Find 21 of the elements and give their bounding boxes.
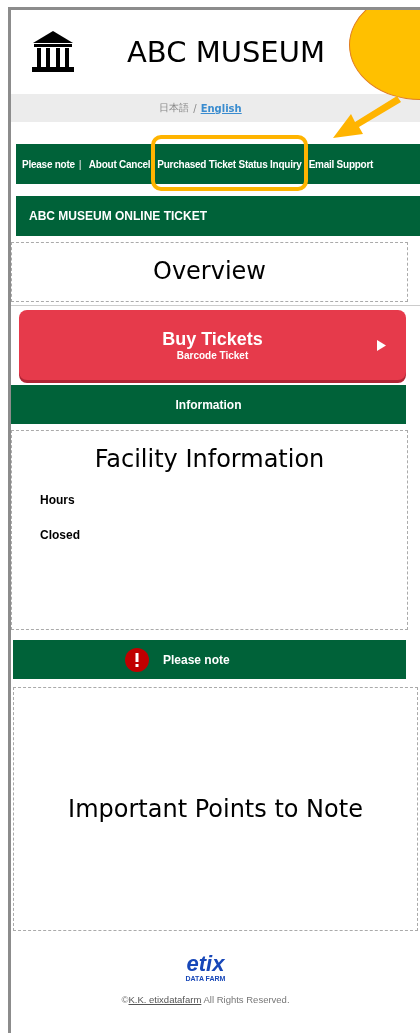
notes-heading: Important Points to Note: [68, 795, 363, 823]
company-link[interactable]: K.K. etixdatafarm: [128, 994, 202, 1005]
site-title-bar: ABC MUSEUM ONLINE TICKET: [16, 196, 420, 236]
buy-tickets-button[interactable]: Buy Tickets Barcode Ticket: [19, 310, 406, 380]
nav-link[interactable]: About Cancel: [88, 158, 151, 170]
alert-icon: [125, 647, 149, 672]
play-icon: [377, 340, 386, 351]
museum-icon: [31, 31, 75, 73]
facility-heading: Facility Information: [94, 445, 325, 473]
nav-link[interactable]: Email Support: [308, 158, 374, 170]
language-separator: /: [193, 102, 197, 114]
copyright-text: ©K.K. etixdatafarm All Rights Reserved.: [121, 994, 290, 1005]
field-label: Closed: [40, 528, 81, 542]
nav-separator: |: [78, 158, 82, 170]
nav-link[interactable]: Please note: [22, 158, 75, 170]
information-bar: Information: [11, 385, 406, 424]
please-note-heading: Please note: [163, 652, 230, 667]
overview-heading: Overview: [153, 257, 266, 285]
field-label: Hours: [40, 493, 76, 507]
nav-link[interactable]: Purchased Ticket Status Inquiry: [157, 158, 302, 170]
museum-title: ABC MUSEUM: [127, 35, 325, 69]
